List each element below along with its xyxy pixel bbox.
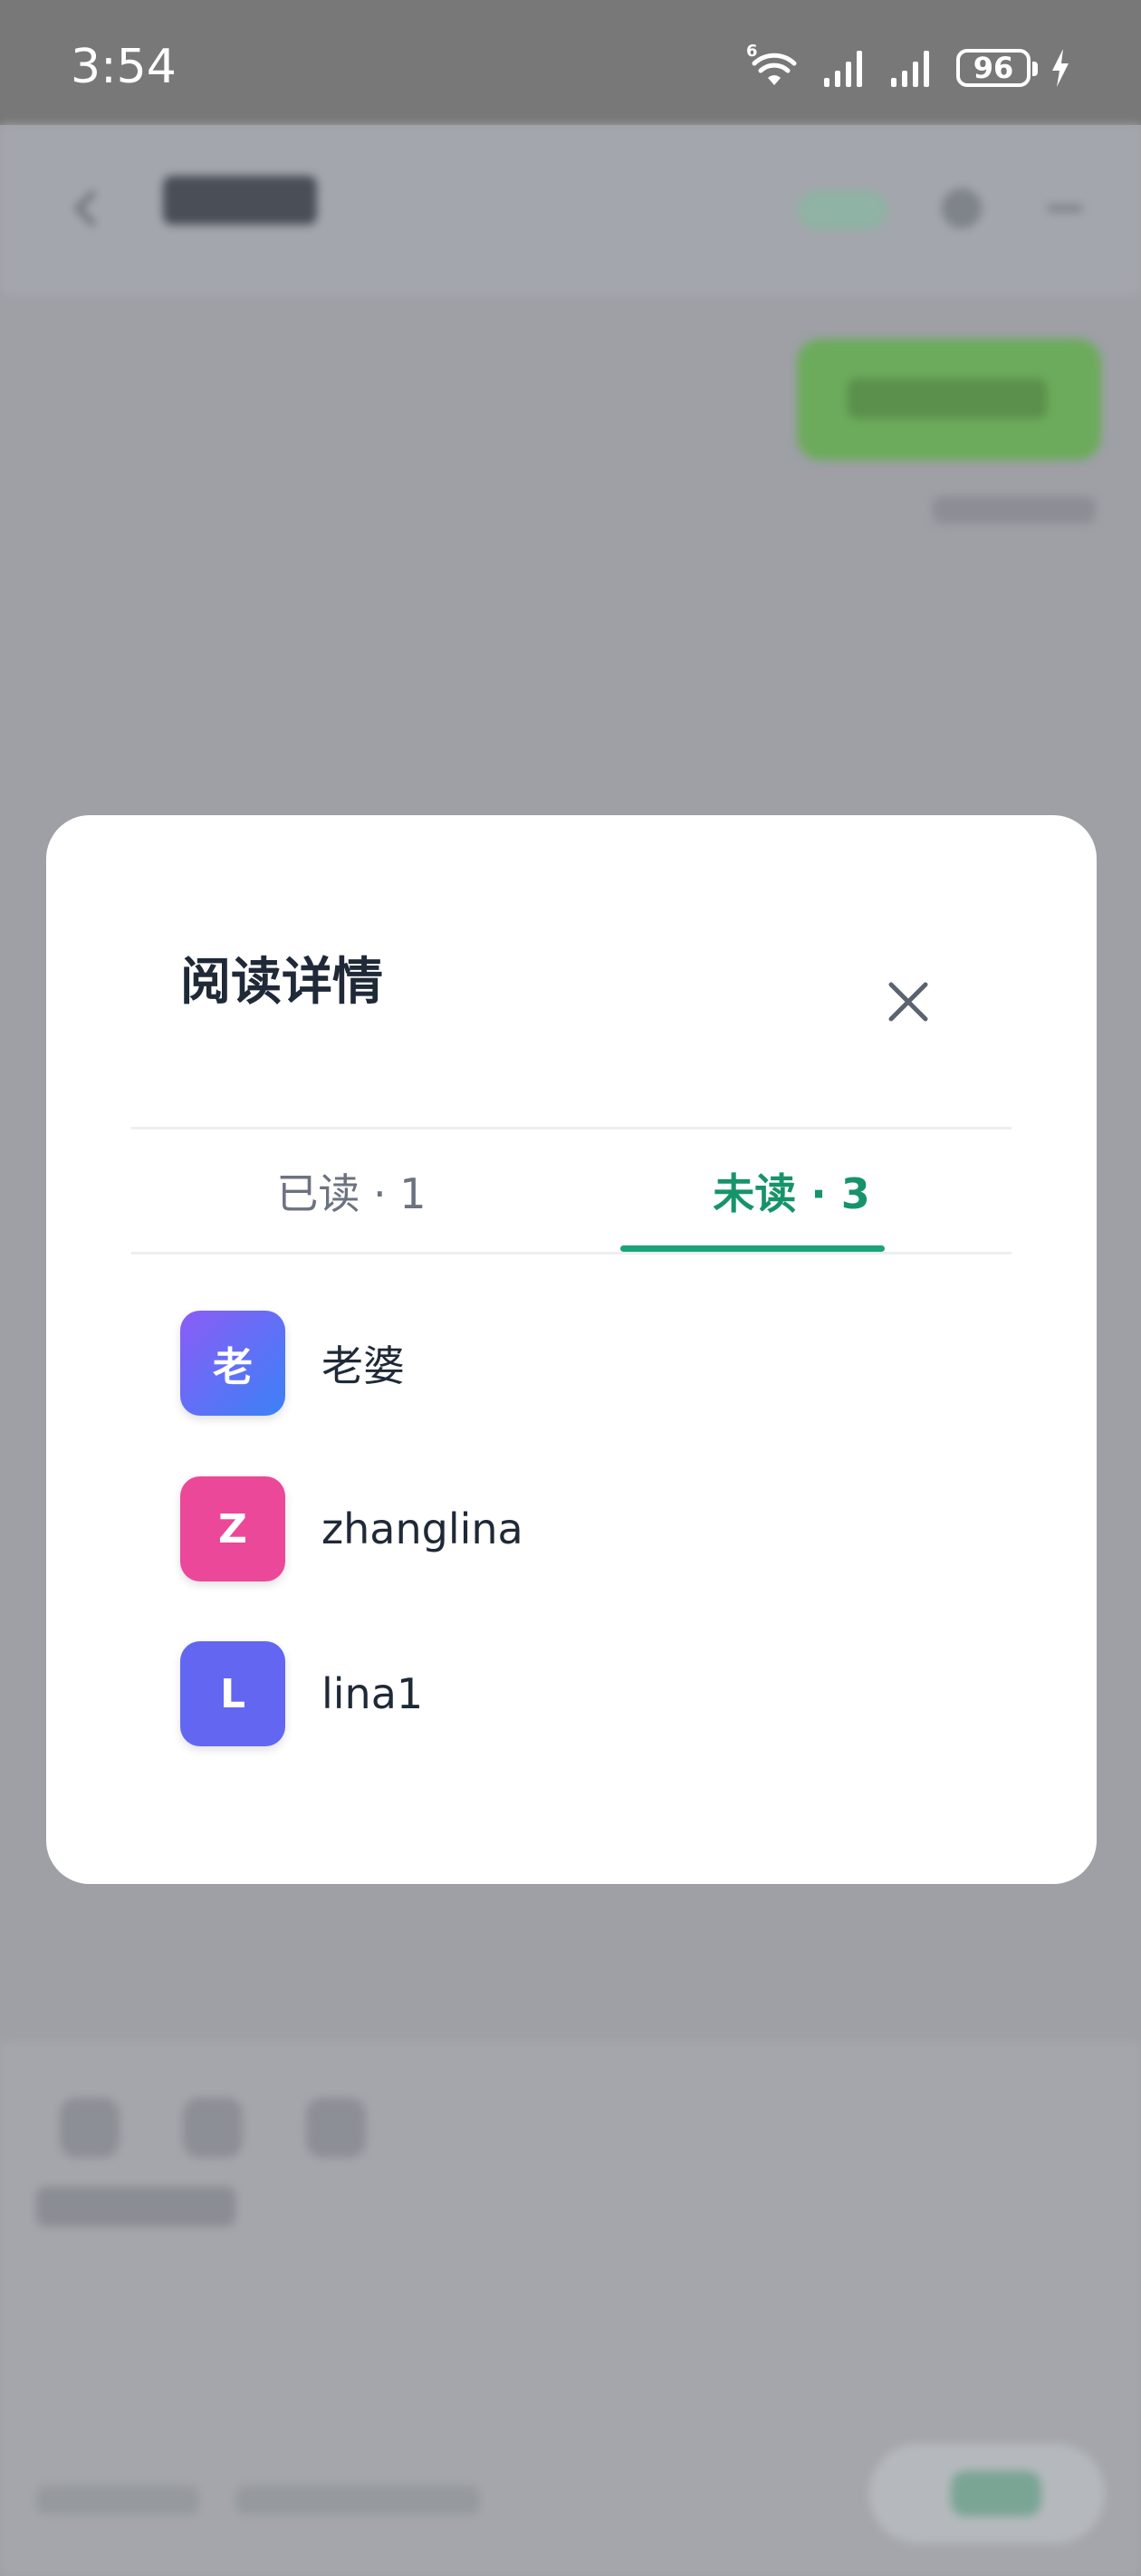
- signal-icon: [891, 51, 929, 87]
- avatar: Z: [180, 1476, 285, 1581]
- chat-header: [0, 125, 1141, 295]
- tab-unread[interactable]: 未读 · 3: [571, 1129, 1012, 1253]
- charging-icon: [1052, 49, 1069, 87]
- battery-level: 96: [973, 51, 1014, 85]
- emoji-icon: [60, 2098, 120, 2158]
- member-list-item[interactable]: Z zhanglina: [180, 1476, 905, 1581]
- members-icon: [942, 188, 982, 228]
- close-icon: [888, 982, 928, 1022]
- member-name: 老婆: [321, 1341, 405, 1390]
- read-details-dialog: 阅读详情 已读 · 1 未读 · 3 老 老婆 Z zhanglina L li…: [46, 815, 1097, 1884]
- mention-icon: [306, 2098, 366, 2158]
- composer-hint: [235, 2485, 480, 2514]
- battery-icon: 96: [956, 49, 1038, 87]
- composer-hint: [36, 2485, 199, 2514]
- divider: [131, 1252, 1012, 1254]
- member-list-item[interactable]: 老 老婆: [180, 1311, 905, 1416]
- back-arrow-icon: [74, 190, 96, 226]
- status-bar: 3:54 6 96: [0, 0, 1141, 125]
- member-name: lina1: [321, 1669, 424, 1718]
- active-tab-indicator: [620, 1245, 885, 1252]
- close-button[interactable]: [883, 976, 934, 1027]
- avatar: L: [180, 1641, 285, 1746]
- wifi-icon: 6: [746, 42, 802, 89]
- more-icon: [1047, 205, 1083, 212]
- header-badge: [797, 190, 887, 230]
- avatar-initial: 老: [213, 1344, 253, 1390]
- read-status-tabs: 已读 · 1 未读 · 3: [131, 1129, 1012, 1253]
- send-button: [951, 2471, 1041, 2516]
- dialog-title: 阅读详情: [180, 953, 383, 1012]
- signal-icon: [824, 51, 862, 87]
- avatar-initial: Z: [218, 1505, 247, 1552]
- avatar: 老: [180, 1311, 285, 1416]
- member-name: zhanglina: [321, 1504, 523, 1553]
- message-input-placeholder: [36, 2187, 235, 2226]
- attachment-icon: [183, 2098, 243, 2158]
- avatar-initial: L: [219, 1670, 246, 1717]
- member-list-item[interactable]: L lina1: [180, 1641, 905, 1746]
- status-time: 3:54: [71, 40, 177, 94]
- network-type-label: 6: [746, 42, 758, 61]
- chat-title-placeholder: [163, 176, 317, 225]
- status-icons: 6 96: [746, 42, 1070, 91]
- tab-read[interactable]: 已读 · 1: [131, 1129, 571, 1253]
- message-text-placeholder: [848, 379, 1047, 418]
- message-read-status: [933, 496, 1096, 524]
